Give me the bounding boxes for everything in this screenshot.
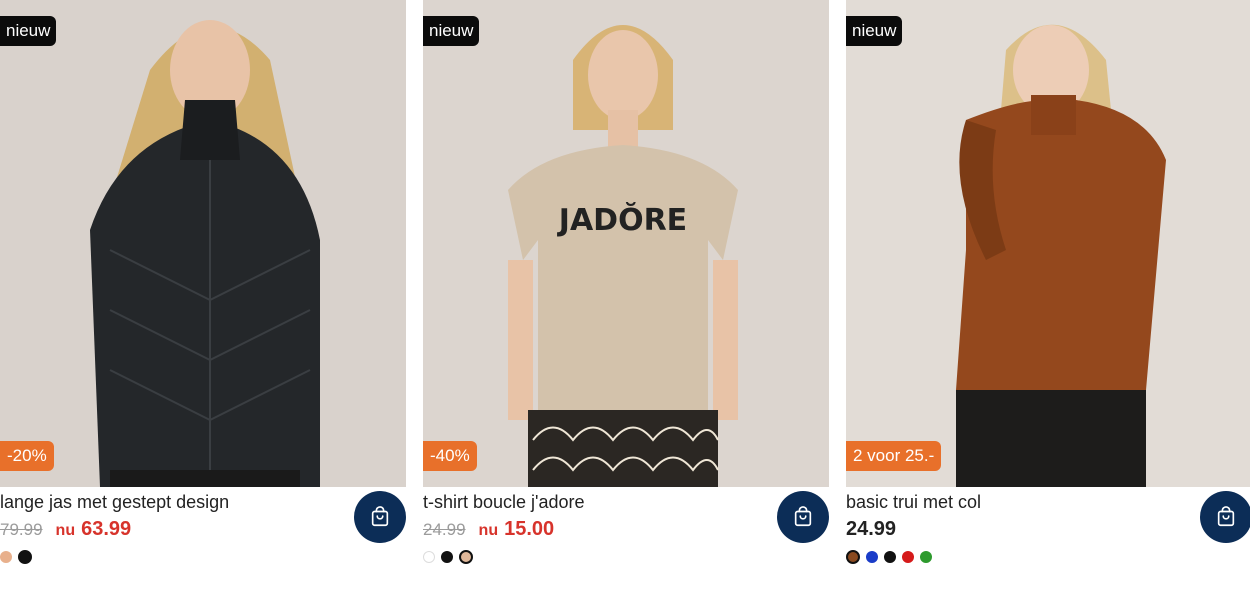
sale-price: 15.00 [504,518,555,540]
nu-label: nu [478,522,499,539]
product-title[interactable]: basic trui met col [846,492,981,513]
new-badge: nieuw [846,16,903,46]
sale-price: 63.99 [81,518,132,540]
color-swatch[interactable] [846,550,860,564]
product-image[interactable] [0,0,406,487]
shopping-bag-icon [1217,506,1235,527]
add-to-cart-button[interactable] [354,491,406,543]
add-to-cart-button[interactable] [1200,491,1250,543]
shopping-bag-icon [794,506,812,527]
color-swatch[interactable] [423,551,435,563]
color-swatch[interactable] [866,551,878,563]
nu-label: nu [55,522,76,539]
color-swatches [423,550,473,564]
price-row: 24.99 [846,518,896,544]
product-image[interactable] [846,0,1250,487]
color-swatches [0,550,32,564]
new-badge: nieuw [0,16,57,46]
color-swatch[interactable] [0,551,12,563]
color-swatch[interactable] [459,550,473,564]
color-swatch[interactable] [884,551,896,563]
product-title[interactable]: lange jas met gestept design [0,492,229,513]
product-card[interactable]: nieuw -20% lange jas met gestept design … [0,0,406,607]
product-title[interactable]: t-shirt boucle j'adore [423,492,585,513]
color-swatch[interactable] [18,550,32,564]
color-swatch[interactable] [902,551,914,563]
old-price: 24.99 [423,520,466,539]
price: 24.99 [846,518,897,540]
new-badge: nieuw [423,16,480,46]
color-swatches [846,550,932,564]
discount-badge: -20% [0,441,54,471]
promo-badge: 2 voor 25.- [846,441,942,471]
product-grid: nieuw -20% lange jas met gestept design … [0,0,1250,607]
price-row: 24.99 nu 15.00 [423,518,554,544]
color-swatch[interactable] [920,551,932,563]
color-swatch[interactable] [441,551,453,563]
old-price: 79.99 [0,520,43,539]
svg-text:JADŎRE: JADŎRE [557,201,687,238]
product-card[interactable]: nieuw 2 voor 25.- basic trui met col 24.… [846,0,1250,607]
shopping-bag-icon [371,506,389,527]
add-to-cart-button[interactable] [777,491,829,543]
discount-badge: -40% [423,441,477,471]
product-card[interactable]: JADŎRE nieuw -40% t-shirt boucle j'adore… [423,0,829,607]
price-row: 79.99 nu 63.99 [0,518,131,544]
product-image[interactable]: JADŎRE [423,0,829,487]
